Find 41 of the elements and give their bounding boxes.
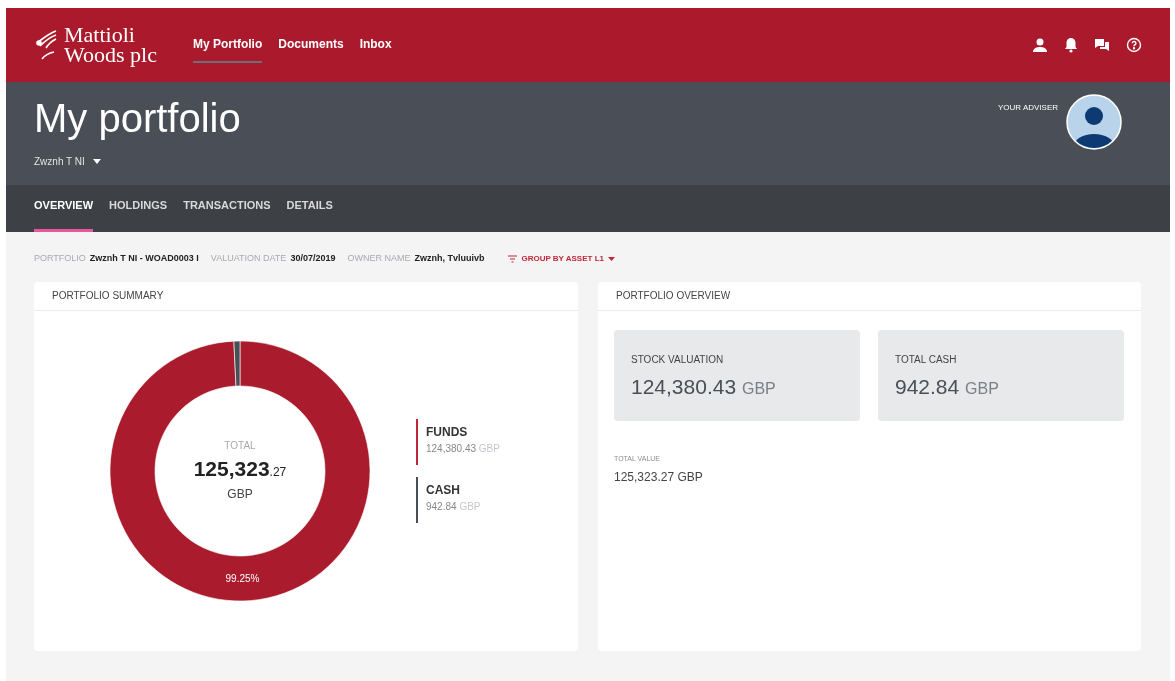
- slice-label: 99.25%: [225, 572, 260, 584]
- card-title: PORTFOLIO OVERVIEW: [598, 281, 1141, 311]
- caret-icon: [92, 159, 101, 164]
- tab[interactable]: DETAILS: [286, 196, 333, 232]
- filter-icon: [508, 254, 518, 263]
- bell-icon[interactable]: [1064, 37, 1078, 53]
- total-amount: 125,323.27: [193, 456, 287, 483]
- avatar-icon[interactable]: [1066, 94, 1122, 150]
- legend-amount: 942.84 GBP: [426, 499, 481, 514]
- info-label: PORTFOLIO: [34, 252, 86, 265]
- info-label: OWNER NAME: [347, 252, 411, 265]
- info-value: Zwznh, Tvluuivb: [414, 252, 485, 265]
- tile-amount: 942.84 GBP: [895, 373, 1000, 400]
- tile-label: TOTAL CASH: [895, 352, 958, 367]
- legend-amount: 124,380.43 GBP: [426, 441, 500, 456]
- group-by-button[interactable]: GROUP BY ASSET L1: [508, 252, 615, 265]
- nav-link[interactable]: Inbox: [359, 27, 392, 63]
- chat-icon[interactable]: [1094, 37, 1110, 53]
- page-title: My portfolio: [34, 95, 241, 142]
- legend-name: FUNDS: [426, 423, 469, 441]
- info-value: 30/07/2019: [290, 252, 336, 265]
- nav-link[interactable]: Documents: [278, 27, 344, 63]
- tile-amount: 124,380.43 GBP: [631, 373, 777, 400]
- account-dropdown[interactable]: Zwznh T NI: [34, 154, 241, 169]
- total-label: TOTAL: [224, 439, 256, 454]
- nav-link[interactable]: My Portfolio: [192, 27, 263, 63]
- adviser-label: YOUR ADVISER: [998, 102, 1058, 114]
- info-label: VALUATION DATE: [210, 252, 287, 265]
- tile-label: STOCK VALUATION: [631, 352, 725, 367]
- caret-icon: [607, 256, 615, 261]
- tab[interactable]: OVERVIEW: [34, 196, 94, 232]
- brand-name: Mattioli Woods plc: [64, 25, 157, 65]
- total-currency: GBP: [227, 485, 253, 503]
- total-value: 125,323.27 GBP: [613, 469, 704, 486]
- tab[interactable]: HOLDINGS: [109, 196, 168, 232]
- user-icon[interactable]: [1032, 37, 1048, 53]
- tab[interactable]: TRANSACTIONS: [183, 196, 271, 232]
- info-value: Zwznh T NI - WOAD0003 I: [89, 252, 199, 265]
- help-icon[interactable]: [1126, 37, 1142, 53]
- legend-name: CASH: [426, 481, 461, 499]
- card-title: PORTFOLIO SUMMARY: [34, 281, 578, 311]
